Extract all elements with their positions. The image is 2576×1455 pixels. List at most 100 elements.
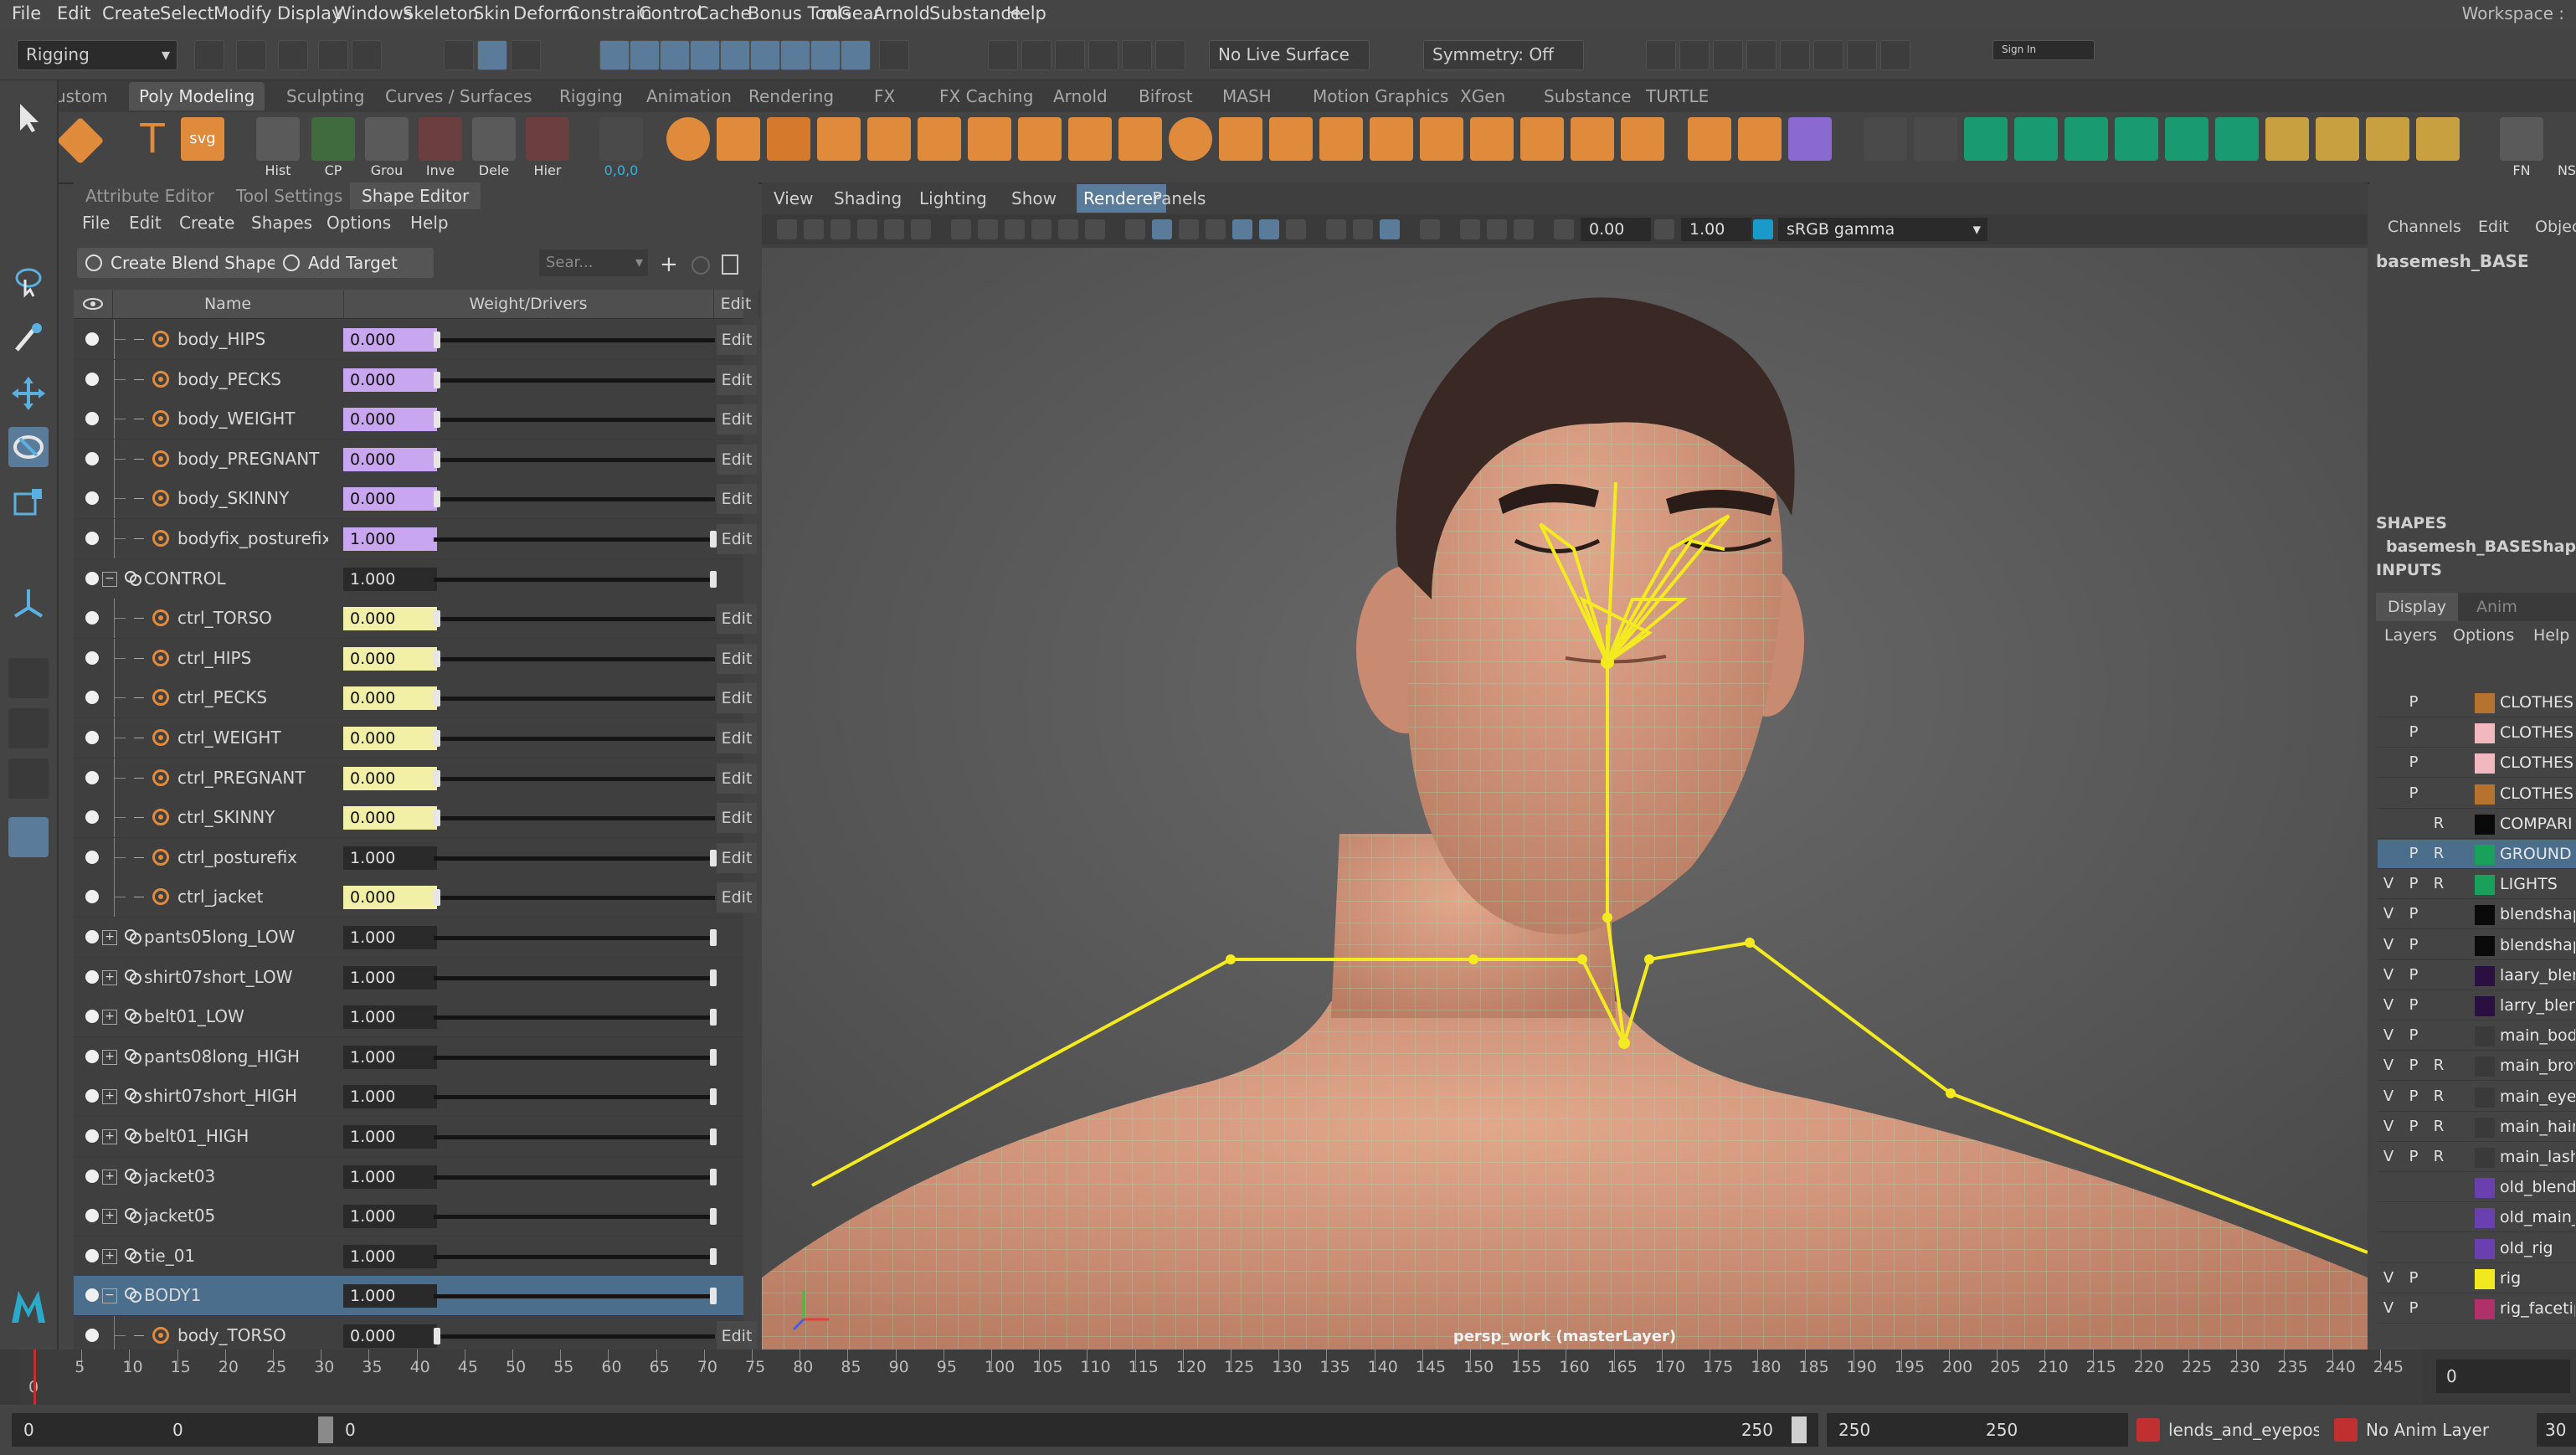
layer-playback-toggle[interactable] xyxy=(2403,1234,2424,1262)
blend-shape-row[interactable]: ctrl_PREGNANT 0.000 Edit xyxy=(74,758,787,799)
layer-color-swatch[interactable] xyxy=(2475,814,2495,835)
hypershade-icon[interactable] xyxy=(1746,40,1776,70)
group-icon[interactable] xyxy=(365,117,409,161)
display-layer-row[interactable]: R COMPARI xyxy=(2378,810,2576,839)
weight-slider-handle[interactable] xyxy=(710,1247,717,1265)
visibility-toggle-icon[interactable] xyxy=(85,451,99,465)
layer-color-swatch[interactable] xyxy=(2475,905,2495,926)
layer-color-swatch[interactable] xyxy=(2475,1087,2495,1108)
menu-2[interactable]: Create xyxy=(102,0,161,28)
weight-slider-track[interactable] xyxy=(434,697,715,702)
menu-11[interactable]: Control xyxy=(639,0,702,28)
grid-icon[interactable] xyxy=(951,219,971,239)
type-tool-icon[interactable]: T xyxy=(131,117,174,161)
layer-color-swatch[interactable] xyxy=(2475,693,2495,713)
anti-aliasing-icon[interactable] xyxy=(1353,219,1373,239)
layer-color-swatch[interactable] xyxy=(2475,965,2495,986)
display-layer-row[interactable]: V Pblendshap xyxy=(2378,900,2576,930)
weight-slider-track[interactable] xyxy=(434,656,715,661)
weight-field[interactable]: 1.000 xyxy=(343,846,437,870)
menu-8[interactable]: Skin xyxy=(473,0,511,28)
bevel-icon[interactable] xyxy=(1169,117,1212,161)
layer-color-swatch[interactable] xyxy=(2475,784,2495,805)
shelf-tab-14[interactable]: Substance xyxy=(1534,82,1642,111)
layer-color-swatch[interactable] xyxy=(2475,935,2495,956)
layer-name[interactable]: main_body xyxy=(2500,1021,2575,1050)
blend-shape-row[interactable]: ctrl_PECKS 0.000 Edit xyxy=(74,678,787,719)
uv-sew-icon[interactable] xyxy=(2064,117,2108,161)
layer-name[interactable]: laary_blen xyxy=(2500,961,2575,990)
visibility-toggle-icon[interactable] xyxy=(85,611,99,625)
weight-slider-handle[interactable] xyxy=(710,531,717,548)
frame-selected-icon[interactable] xyxy=(1514,219,1534,239)
layer-color-swatch[interactable] xyxy=(2475,1208,2495,1229)
blend-shape-row[interactable]: + shirt07short_LOW 1.000 xyxy=(74,957,787,998)
edit-target-button[interactable]: Edit xyxy=(717,723,757,753)
move-tool-icon[interactable] xyxy=(8,373,49,414)
layer-visibility-toggle[interactable] xyxy=(2378,718,2399,747)
layer-color-swatch[interactable] xyxy=(2475,875,2495,896)
panel-menu-4[interactable]: Options xyxy=(326,213,391,233)
visibility-toggle-icon[interactable] xyxy=(85,770,99,784)
weight-field[interactable]: 0.000 xyxy=(343,686,437,711)
weight-field[interactable]: 1.000 xyxy=(343,1244,437,1268)
weight-slider-track[interactable] xyxy=(434,338,715,342)
trash-icon[interactable] xyxy=(722,254,738,275)
film-gate-icon[interactable] xyxy=(978,219,998,239)
layer-playback-toggle[interactable]: P xyxy=(2403,1051,2424,1080)
name-column-header[interactable]: Name xyxy=(112,290,344,318)
edit-target-button[interactable]: Edit xyxy=(717,803,757,834)
four-view-icon[interactable] xyxy=(8,708,49,748)
blend-shape-row[interactable]: ctrl_TORSO 0.000 Edit xyxy=(74,599,787,640)
weight-field[interactable]: 1.000 xyxy=(343,1045,437,1069)
weight-slider-track[interactable] xyxy=(434,378,715,383)
display-layer-row[interactable]: V Prig xyxy=(2378,1264,2576,1293)
layer-visibility-toggle[interactable]: V xyxy=(2378,900,2399,928)
viewport-menu-0[interactable]: View xyxy=(767,184,820,213)
blend-shape-row[interactable]: + belt01_HIGH 1.000 xyxy=(74,1117,787,1157)
expand-toggle-icon[interactable]: + xyxy=(102,1010,117,1026)
range-slider-handle-end[interactable] xyxy=(1792,1416,1807,1443)
layer-color-swatch[interactable] xyxy=(2475,1299,2495,1319)
weight-slider-track[interactable] xyxy=(434,1175,715,1180)
edit-target-button[interactable]: Edit xyxy=(717,325,757,355)
2d-pan-zoom-icon[interactable] xyxy=(884,219,904,239)
layer-reference-toggle[interactable] xyxy=(2428,718,2450,747)
select-hierarchy-shelf-icon[interactable] xyxy=(526,117,569,161)
shelf-tab-12[interactable]: Motion Graphics xyxy=(1303,82,1458,111)
menu-set-dropdown[interactable]: Rigging ▾ xyxy=(17,40,177,70)
layer-name[interactable]: rig_facetip xyxy=(2500,1294,2575,1323)
layer-visibility-toggle[interactable]: V xyxy=(2378,1082,2399,1111)
edit-column-header[interactable]: Edit xyxy=(713,290,759,318)
blend-shape-row[interactable]: body_HIPS 0.000 Edit xyxy=(74,320,787,360)
display-layer-row[interactable]: old_rig xyxy=(2378,1234,2576,1263)
shape-name[interactable]: basemesh_BASEShape xyxy=(2386,537,2576,556)
rotate-tool-icon[interactable] xyxy=(8,427,49,467)
layer-playback-toggle[interactable]: P xyxy=(2403,931,2424,959)
xray-icon[interactable] xyxy=(1286,219,1306,239)
layer-reference-toggle[interactable] xyxy=(2428,1173,2450,1201)
display-layer-row[interactable]: V P Rmain_hair xyxy=(2378,1113,2576,1142)
weight-slider-track[interactable] xyxy=(434,457,715,462)
weight-slider-track[interactable] xyxy=(434,1215,715,1220)
layer-visibility-toggle[interactable]: V xyxy=(2378,1294,2399,1323)
weight-slider-track[interactable] xyxy=(434,1135,715,1139)
cylinder-icon[interactable] xyxy=(817,117,861,161)
blend-shape-row[interactable]: ctrl_SKINNY 0.000 Edit xyxy=(74,798,787,839)
channelbox-menu-2[interactable]: Object xyxy=(2535,218,2576,236)
layer-playback-toggle[interactable]: P xyxy=(2403,1264,2424,1293)
live-surface-dropdown[interactable]: No Live Surface xyxy=(1209,40,1370,70)
playback-start-field[interactable]: 0 xyxy=(161,1413,315,1447)
edit-target-button[interactable]: Edit xyxy=(717,604,757,635)
layer-reference-toggle[interactable]: R xyxy=(2428,840,2450,868)
uv-cut-icon[interactable] xyxy=(2014,117,2058,161)
visibility-toggle-icon[interactable] xyxy=(85,731,99,744)
visibility-toggle-icon[interactable] xyxy=(85,1209,99,1223)
layer-color-swatch[interactable] xyxy=(2475,1117,2495,1138)
sphere-icon[interactable] xyxy=(666,117,710,161)
layer-reference-toggle[interactable] xyxy=(2428,779,2450,808)
layer-visibility-toggle[interactable] xyxy=(2378,1203,2399,1231)
shape-editor-layout-icon[interactable] xyxy=(8,817,49,857)
visibility-toggle-icon[interactable] xyxy=(85,491,99,506)
display-layer-row[interactable]: P CLOTHES xyxy=(2378,748,2576,779)
